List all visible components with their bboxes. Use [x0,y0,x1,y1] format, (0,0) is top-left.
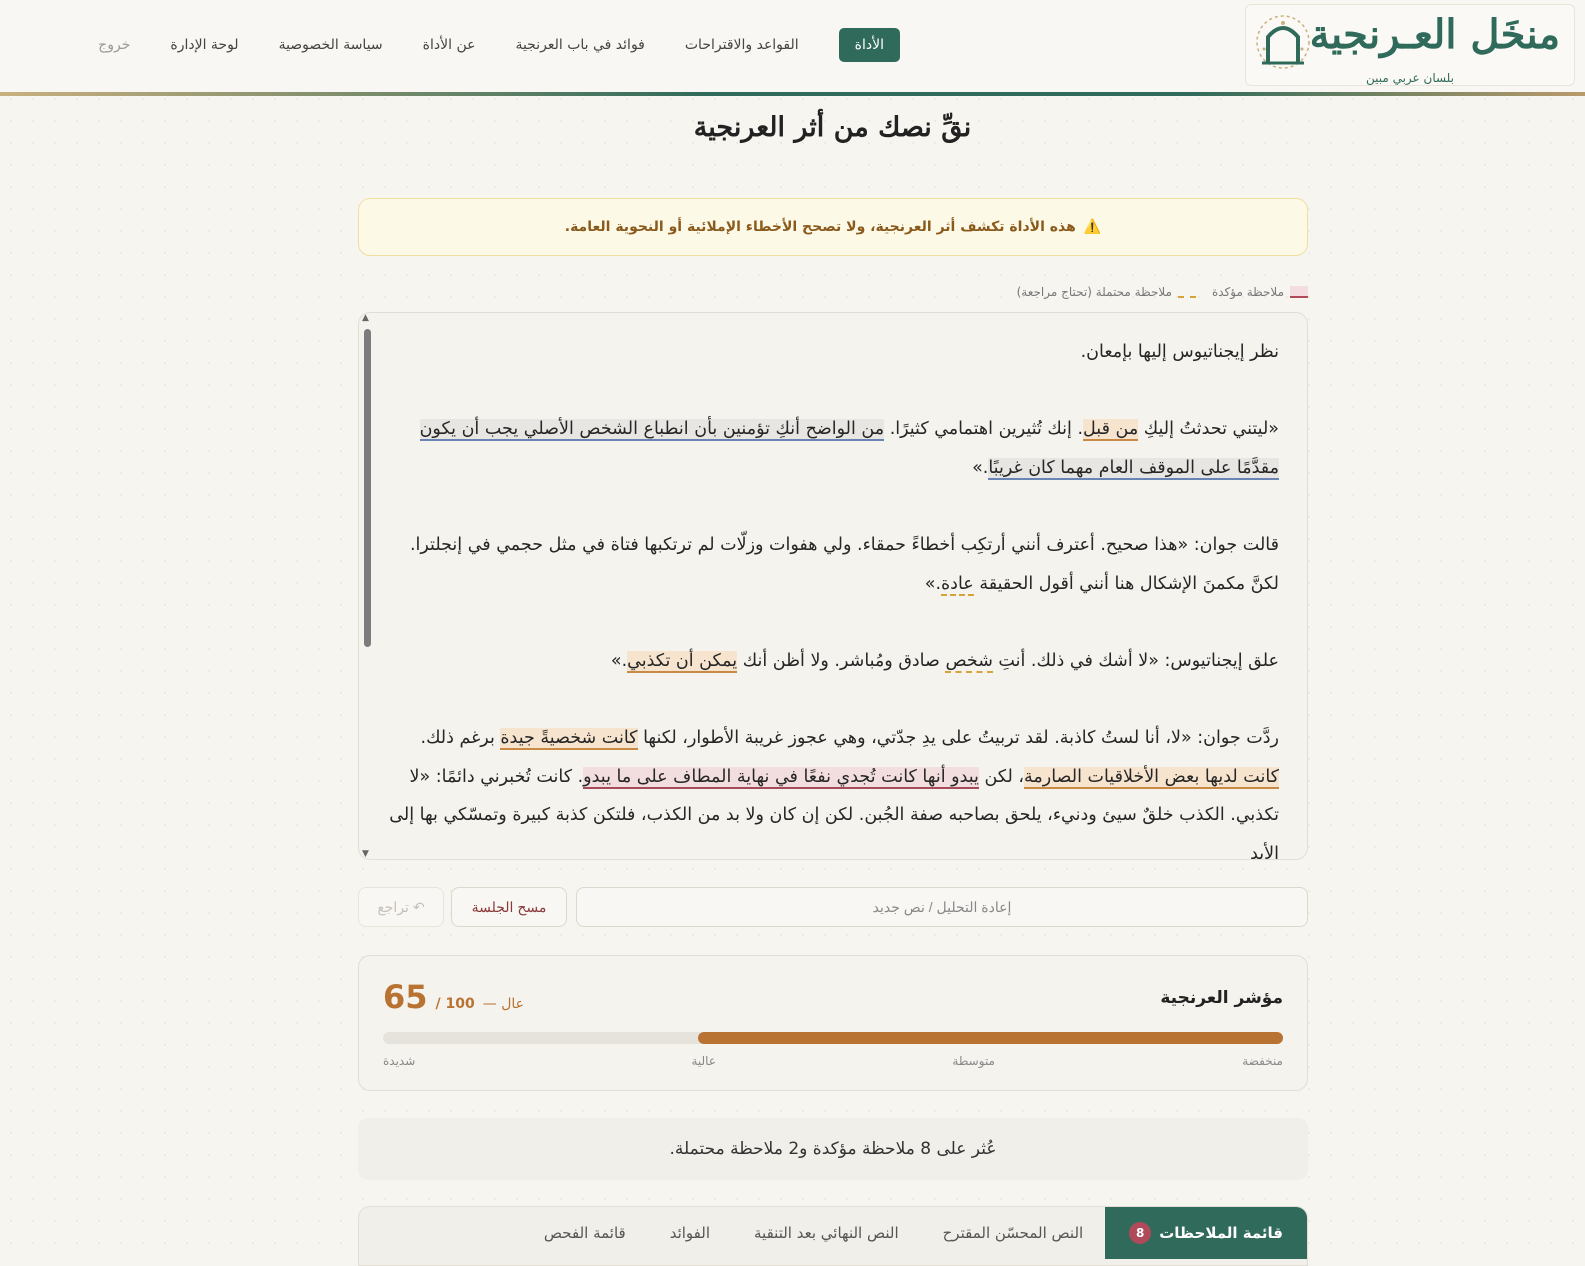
warning-banner: ⚠️ هذه الأداة تكشف أثر العرنجية، ولا تصح… [358,198,1308,256]
text-span: . إنك تُثيرين اهتمامي كثيرًا. [884,419,1084,440]
highlight-confirmed[interactable]: كانت لديها بعض الأخلاقيات الصارمة [1024,766,1279,789]
undo-button[interactable]: ↶ تراجع [358,887,444,927]
paragraph-4: علق إيجناتيوس: «لا أشك في ذلك. أنتِ شخص … [385,642,1279,681]
warning-icon: ⚠️ [1083,219,1102,235]
text-span: علق إيجناتيوس: «لا أشك في ذلك. أنتِ [992,650,1279,671]
scroll-thumb[interactable] [364,329,371,647]
nav-rules[interactable]: القواعد والاقتراحات [665,28,819,62]
brand-tagline: بلسان عربي مبين [1365,71,1454,85]
scroll-up-icon[interactable]: ▲ [362,313,369,323]
scroll-down-icon[interactable]: ▼ [362,849,369,859]
tab-notes-list[interactable]: قائمة الملاحظات 8 [1105,1207,1307,1259]
findings-summary: عُثر على 8 ملاحظة مؤكدة و2 ملاحظة محتملة… [358,1118,1308,1180]
nav-logout[interactable]: خروج [78,28,150,62]
text-span: صادق ومُباشر. ولا أظن أنك [737,650,946,671]
score-progress-fill [698,1032,1283,1044]
highlight-confirmed[interactable]: كانت شخصيةً جيدة [500,727,638,750]
reanalyze-button[interactable]: إعادة التحليل / نص جديد [576,887,1308,927]
scale-medium: متوسطة [952,1054,995,1068]
legend-confirmed-label: ملاحظة مؤكدة [1211,285,1284,299]
tab-final-text[interactable]: النص النهائي بعد التنقية [732,1207,921,1259]
nav-admin[interactable]: لوحة الإدارة [150,28,258,62]
arch-logo-icon [1256,15,1310,69]
text-editor[interactable]: نظر إيجناتيوس إليها بإمعان. «ليتني تحدثت… [358,312,1308,860]
tab-checklist[interactable]: قائمة الفحص [522,1207,648,1259]
text-span: «ليتني تحدثتُ إليكِ [1138,419,1279,440]
nav-about[interactable]: عن الأداة [403,28,496,62]
brand-title: منخَل العـرنجية [1309,11,1560,58]
scale-high: عالية [691,1054,716,1068]
nav-privacy[interactable]: سياسة الخصوصية [259,28,403,62]
top-header: منخَل العـرنجية بلسان عربي مبين الأداة ا… [0,0,1585,96]
warning-text: هذه الأداة تكشف أثر العرنجية، ولا تصحح ا… [564,219,1076,235]
text-span: قالت جوان: «هذا صحيح. أعترف أنني أرتكِب … [409,534,1279,594]
confirmed-swatch [1290,286,1308,298]
score-progress-bar [383,1032,1283,1044]
score-card: مؤشر العرنجية 65 / 100 — عال منخفضة متوس… [358,955,1308,1091]
page-title: نقِّ نصك من أثر العرنجية [693,112,972,143]
main-nav: الأداة القواعد والاقتراحات فوائد في باب … [78,28,900,62]
legend-possible: ملاحظة محتملة (تحتاج مراجعة) [1017,285,1196,299]
tab-benefits[interactable]: الفوائد [648,1207,732,1259]
paragraph-2: «ليتني تحدثتُ إليكِ من قبل. إنك تُثيرين … [385,410,1279,487]
legend-confirmed: ملاحظة مؤكدة [1212,285,1308,299]
editor-scrollbar[interactable]: ▲ ▼ [361,313,373,859]
nav-benefits[interactable]: فوائد في باب العرنجية [495,28,664,62]
highlight-possible[interactable]: شخص [945,650,993,673]
text-span: برغم ذلك. [420,727,501,748]
highlight-confirmed[interactable]: يبدو أنها كانت تُجدي نفعًا في نهاية المط… [583,766,979,789]
highlight-confirmed[interactable]: من قبل [1083,419,1139,442]
tab-notes-label: قائمة الملاحظات [1159,1224,1283,1242]
undo-label: تراجع [377,898,409,915]
paragraph-3: قالت جوان: «هذا صحيح. أعترف أنني أرتكِب … [385,526,1279,603]
score-label: مؤشر العرنجية [1160,988,1283,1008]
score-value: 65 / 100 — عال [383,978,524,1016]
scale-severe: شديدة [383,1054,416,1068]
clear-session-button[interactable]: مسح الجلسة [451,887,567,927]
undo-icon: ↶ [412,898,425,915]
text-span: ، لكن [978,766,1025,787]
highlight-confirmed[interactable]: يمكن أن تكذبي [627,650,738,673]
score-number: 65 [383,978,428,1016]
nav-tool[interactable]: الأداة [838,28,900,62]
text-span: .» [972,457,989,478]
scale-low: منخفضة [1242,1054,1283,1068]
text-span: .» [610,650,628,671]
notes-count-badge: 8 [1129,1222,1152,1244]
highlight-possible[interactable]: عادة [941,573,974,596]
tab-improved-text[interactable]: النص المحسّن المقترح [921,1207,1106,1259]
paragraph-5: ردَّت جوان: «لا، أنا لستُ كاذبة. لقد ترب… [385,719,1279,859]
legend-possible-label: ملاحظة محتملة (تحتاج مراجعة) [1016,285,1172,299]
text-span: .» [924,573,942,594]
score-max: / 100 [435,996,475,1012]
possible-swatch [1177,286,1196,298]
brand-logo[interactable]: منخَل العـرنجية بلسان عربي مبين [1245,4,1575,86]
score-level: — عال [482,996,524,1012]
results-tabs: قائمة الملاحظات 8 النص المحسّن المقترح ا… [358,1206,1308,1266]
analyzed-text[interactable]: نظر إيجناتيوس إليها بإمعان. «ليتني تحدثت… [385,333,1279,859]
highlight-legend: ملاحظة مؤكدة ملاحظة محتملة (تحتاج مراجعة… [1017,285,1308,299]
text-span: ردَّت جوان: «لا، أنا لستُ كاذبة. لقد ترب… [637,727,1279,748]
action-bar: إعادة التحليل / نص جديد مسح الجلسة ↶ ترا… [358,887,1308,929]
paragraph-1: نظر إيجناتيوس إليها بإمعان. [1080,342,1279,362]
